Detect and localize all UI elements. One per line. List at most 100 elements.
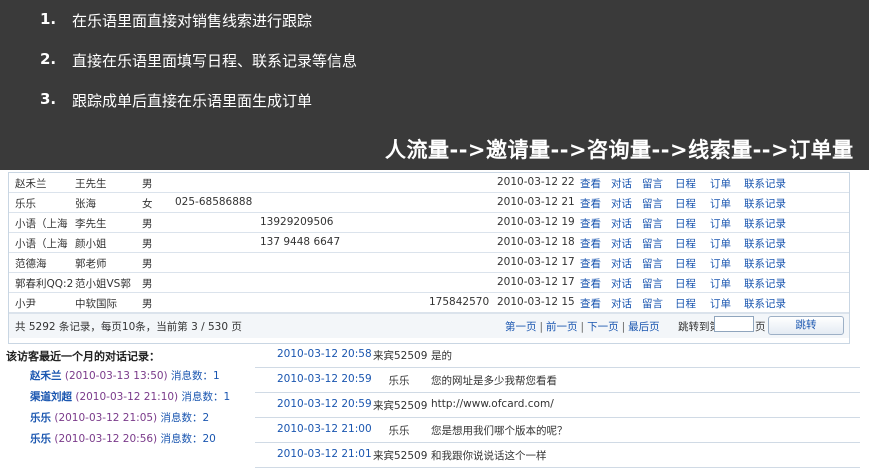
- last-page-link[interactable]: 最后页: [628, 321, 660, 333]
- banner-item-text: 直接在乐语里面填写日程、联系记录等信息: [72, 52, 358, 70]
- message-link[interactable]: 留言: [642, 216, 663, 231]
- chat-link[interactable]: 对话: [611, 176, 632, 191]
- table-row: 郭春利QQ:2范小姐VS郭男 2010-03-12 17:0 查看对话留言日程订单联…: [9, 273, 849, 293]
- schedule-link[interactable]: 日程: [675, 216, 696, 231]
- chat-sender: 来宾52509: [373, 450, 428, 462]
- contact-name-cell: 李先生: [75, 218, 107, 230]
- banner-item: 3. 跟踪成单后直接在乐语里面生成订单: [40, 90, 312, 111]
- chat-log-row: 2010-03-12 21:01 来宾52509 和我跟你说说话这个一样: [255, 443, 860, 468]
- banner-item-number: 3.: [40, 90, 57, 108]
- gender-cell: 男: [142, 238, 153, 250]
- chat-message: 是的: [431, 350, 452, 362]
- first-page-link[interactable]: 第一页: [505, 321, 537, 333]
- chat-message: 您的网址是多少我帮您看看: [431, 375, 557, 387]
- view-link[interactable]: 查看: [580, 276, 601, 291]
- contact-record-link[interactable]: 联系记录: [744, 216, 786, 231]
- order-link[interactable]: 订单: [710, 296, 731, 311]
- message-count: 消息数：1: [181, 391, 231, 403]
- contact-record-link[interactable]: 联系记录: [744, 276, 786, 291]
- time-cell: 2010-03-12 19:1: [497, 216, 574, 228]
- message-link[interactable]: 留言: [642, 236, 663, 251]
- jump-button[interactable]: 跳转: [768, 316, 844, 335]
- order-link[interactable]: 订单: [710, 216, 731, 231]
- view-link[interactable]: 查看: [580, 296, 601, 311]
- contact-record-link[interactable]: 联系记录: [744, 176, 786, 191]
- mobile-cell: 13929209506: [260, 216, 334, 228]
- time-cell: 2010-03-12 15:4: [497, 296, 574, 308]
- message-link[interactable]: 留言: [642, 176, 663, 191]
- chat-link[interactable]: 对话: [611, 296, 632, 311]
- qq-cell: 175842570: [429, 296, 490, 308]
- schedule-link[interactable]: 日程: [675, 296, 696, 311]
- order-link[interactable]: 订单: [710, 256, 731, 271]
- message-link[interactable]: 留言: [642, 196, 663, 211]
- view-link[interactable]: 查看: [580, 196, 601, 211]
- message-count: 消息数：20: [160, 433, 216, 445]
- recent-conversation-item[interactable]: 乐乐 (2010-03-12 21:05) 消息数：2: [30, 410, 209, 425]
- banner: 1. 在乐语里面直接对销售线索进行跟踪 2. 直接在乐语里面填写日程、联系记录等…: [0, 0, 869, 170]
- view-link[interactable]: 查看: [580, 256, 601, 271]
- chat-link[interactable]: 对话: [611, 216, 632, 231]
- lead-name-cell: 小语（上海: [15, 238, 68, 250]
- banner-item: 1. 在乐语里面直接对销售线索进行跟踪: [40, 10, 312, 31]
- chat-sender: 乐乐: [388, 425, 410, 437]
- chat-log-row: 2010-03-12 20:59 来宾52509 http://www.ofcard…: [255, 393, 860, 418]
- chat-time: 2010-03-12 20:58: [277, 348, 372, 360]
- lead-name-cell: 小尹: [15, 298, 36, 310]
- message-link[interactable]: 留言: [642, 256, 663, 271]
- message-link[interactable]: 留言: [642, 296, 663, 311]
- chat-log-row: 2010-03-12 21:00 乐乐 您是想用我们哪个版本的呢？: [255, 418, 860, 443]
- contact-record-link[interactable]: 联系记录: [744, 196, 786, 211]
- chat-sender: 乐乐: [388, 375, 410, 387]
- prev-page-link[interactable]: 前一页: [546, 321, 578, 333]
- visitor-name: 乐乐: [30, 433, 51, 445]
- contact-record-link[interactable]: 联系记录: [744, 296, 786, 311]
- view-link[interactable]: 查看: [580, 216, 601, 231]
- next-page-link[interactable]: 下一页: [587, 321, 619, 333]
- schedule-link[interactable]: 日程: [675, 176, 696, 191]
- chat-link[interactable]: 对话: [611, 236, 632, 251]
- schedule-link[interactable]: 日程: [675, 276, 696, 291]
- chat-time: 2010-03-12 20:59: [277, 373, 372, 385]
- chat-log-row: 2010-03-12 20:58 来宾52509 是的: [255, 343, 860, 368]
- recent-conversation-item[interactable]: 赵禾兰 (2010-03-13 13:50) 消息数：1: [30, 368, 220, 383]
- phone-cell: 025-68586888: [175, 196, 253, 208]
- chat-link[interactable]: 对话: [611, 276, 632, 291]
- contact-record-link[interactable]: 联系记录: [744, 236, 786, 251]
- jump-page-input[interactable]: [714, 316, 754, 332]
- sales-lead-table: 赵禾兰王先生男2010-03-12 22:1查看对话留言日程订单联系记录乐乐张海…: [8, 172, 850, 344]
- lead-name-cell: 赵禾兰: [15, 178, 47, 190]
- chat-sender: 来宾52509: [373, 350, 428, 362]
- lead-name-cell: 小语（上海: [15, 218, 68, 230]
- table-row: 范德海 郭老师 男 2010-03-12 17:1 查看对话留言日程订单联系记录: [9, 253, 849, 273]
- gender-cell: 男: [142, 258, 153, 270]
- table-row: 乐乐 张海 女 025-68586888 2010-03-12 21:0 查看对话留言日程…: [9, 193, 849, 213]
- order-link[interactable]: 订单: [710, 176, 731, 191]
- chat-message: 和我跟你说说话这个一样: [431, 450, 547, 462]
- chat-time: 2010-03-12 20:59: [277, 398, 372, 410]
- order-link[interactable]: 订单: [710, 276, 731, 291]
- message-link[interactable]: 留言: [642, 276, 663, 291]
- chat-link[interactable]: 对话: [611, 256, 632, 271]
- time-cell: 2010-03-12 17:0: [497, 276, 574, 288]
- contact-name-cell: 范小姐VS郭: [75, 278, 131, 290]
- lead-name-cell: 郭春利QQ:2: [15, 278, 74, 290]
- jump-unit: 页: [755, 321, 766, 333]
- order-link[interactable]: 订单: [710, 236, 731, 251]
- view-link[interactable]: 查看: [580, 176, 601, 191]
- gender-cell: 男: [142, 178, 153, 190]
- order-link[interactable]: 订单: [710, 196, 731, 211]
- contact-record-link[interactable]: 联系记录: [744, 256, 786, 271]
- time-cell: 2010-03-12 22:1: [497, 176, 574, 188]
- schedule-link[interactable]: 日程: [675, 256, 696, 271]
- recent-conversation-item[interactable]: 乐乐 (2010-03-12 20:56) 消息数：20: [30, 431, 216, 446]
- schedule-link[interactable]: 日程: [675, 236, 696, 251]
- recent-conversation-item[interactable]: 渠道刘超 (2010-03-12 21:10) 消息数：1: [30, 389, 230, 404]
- schedule-link[interactable]: 日程: [675, 196, 696, 211]
- gender-cell: 女: [142, 198, 153, 210]
- chat-link[interactable]: 对话: [611, 196, 632, 211]
- chat-message: 您是想用我们哪个版本的呢？: [431, 425, 568, 437]
- view-link[interactable]: 查看: [580, 236, 601, 251]
- gender-cell: 男: [142, 218, 153, 230]
- chat-message: http://www.ofcard.com/: [431, 398, 554, 410]
